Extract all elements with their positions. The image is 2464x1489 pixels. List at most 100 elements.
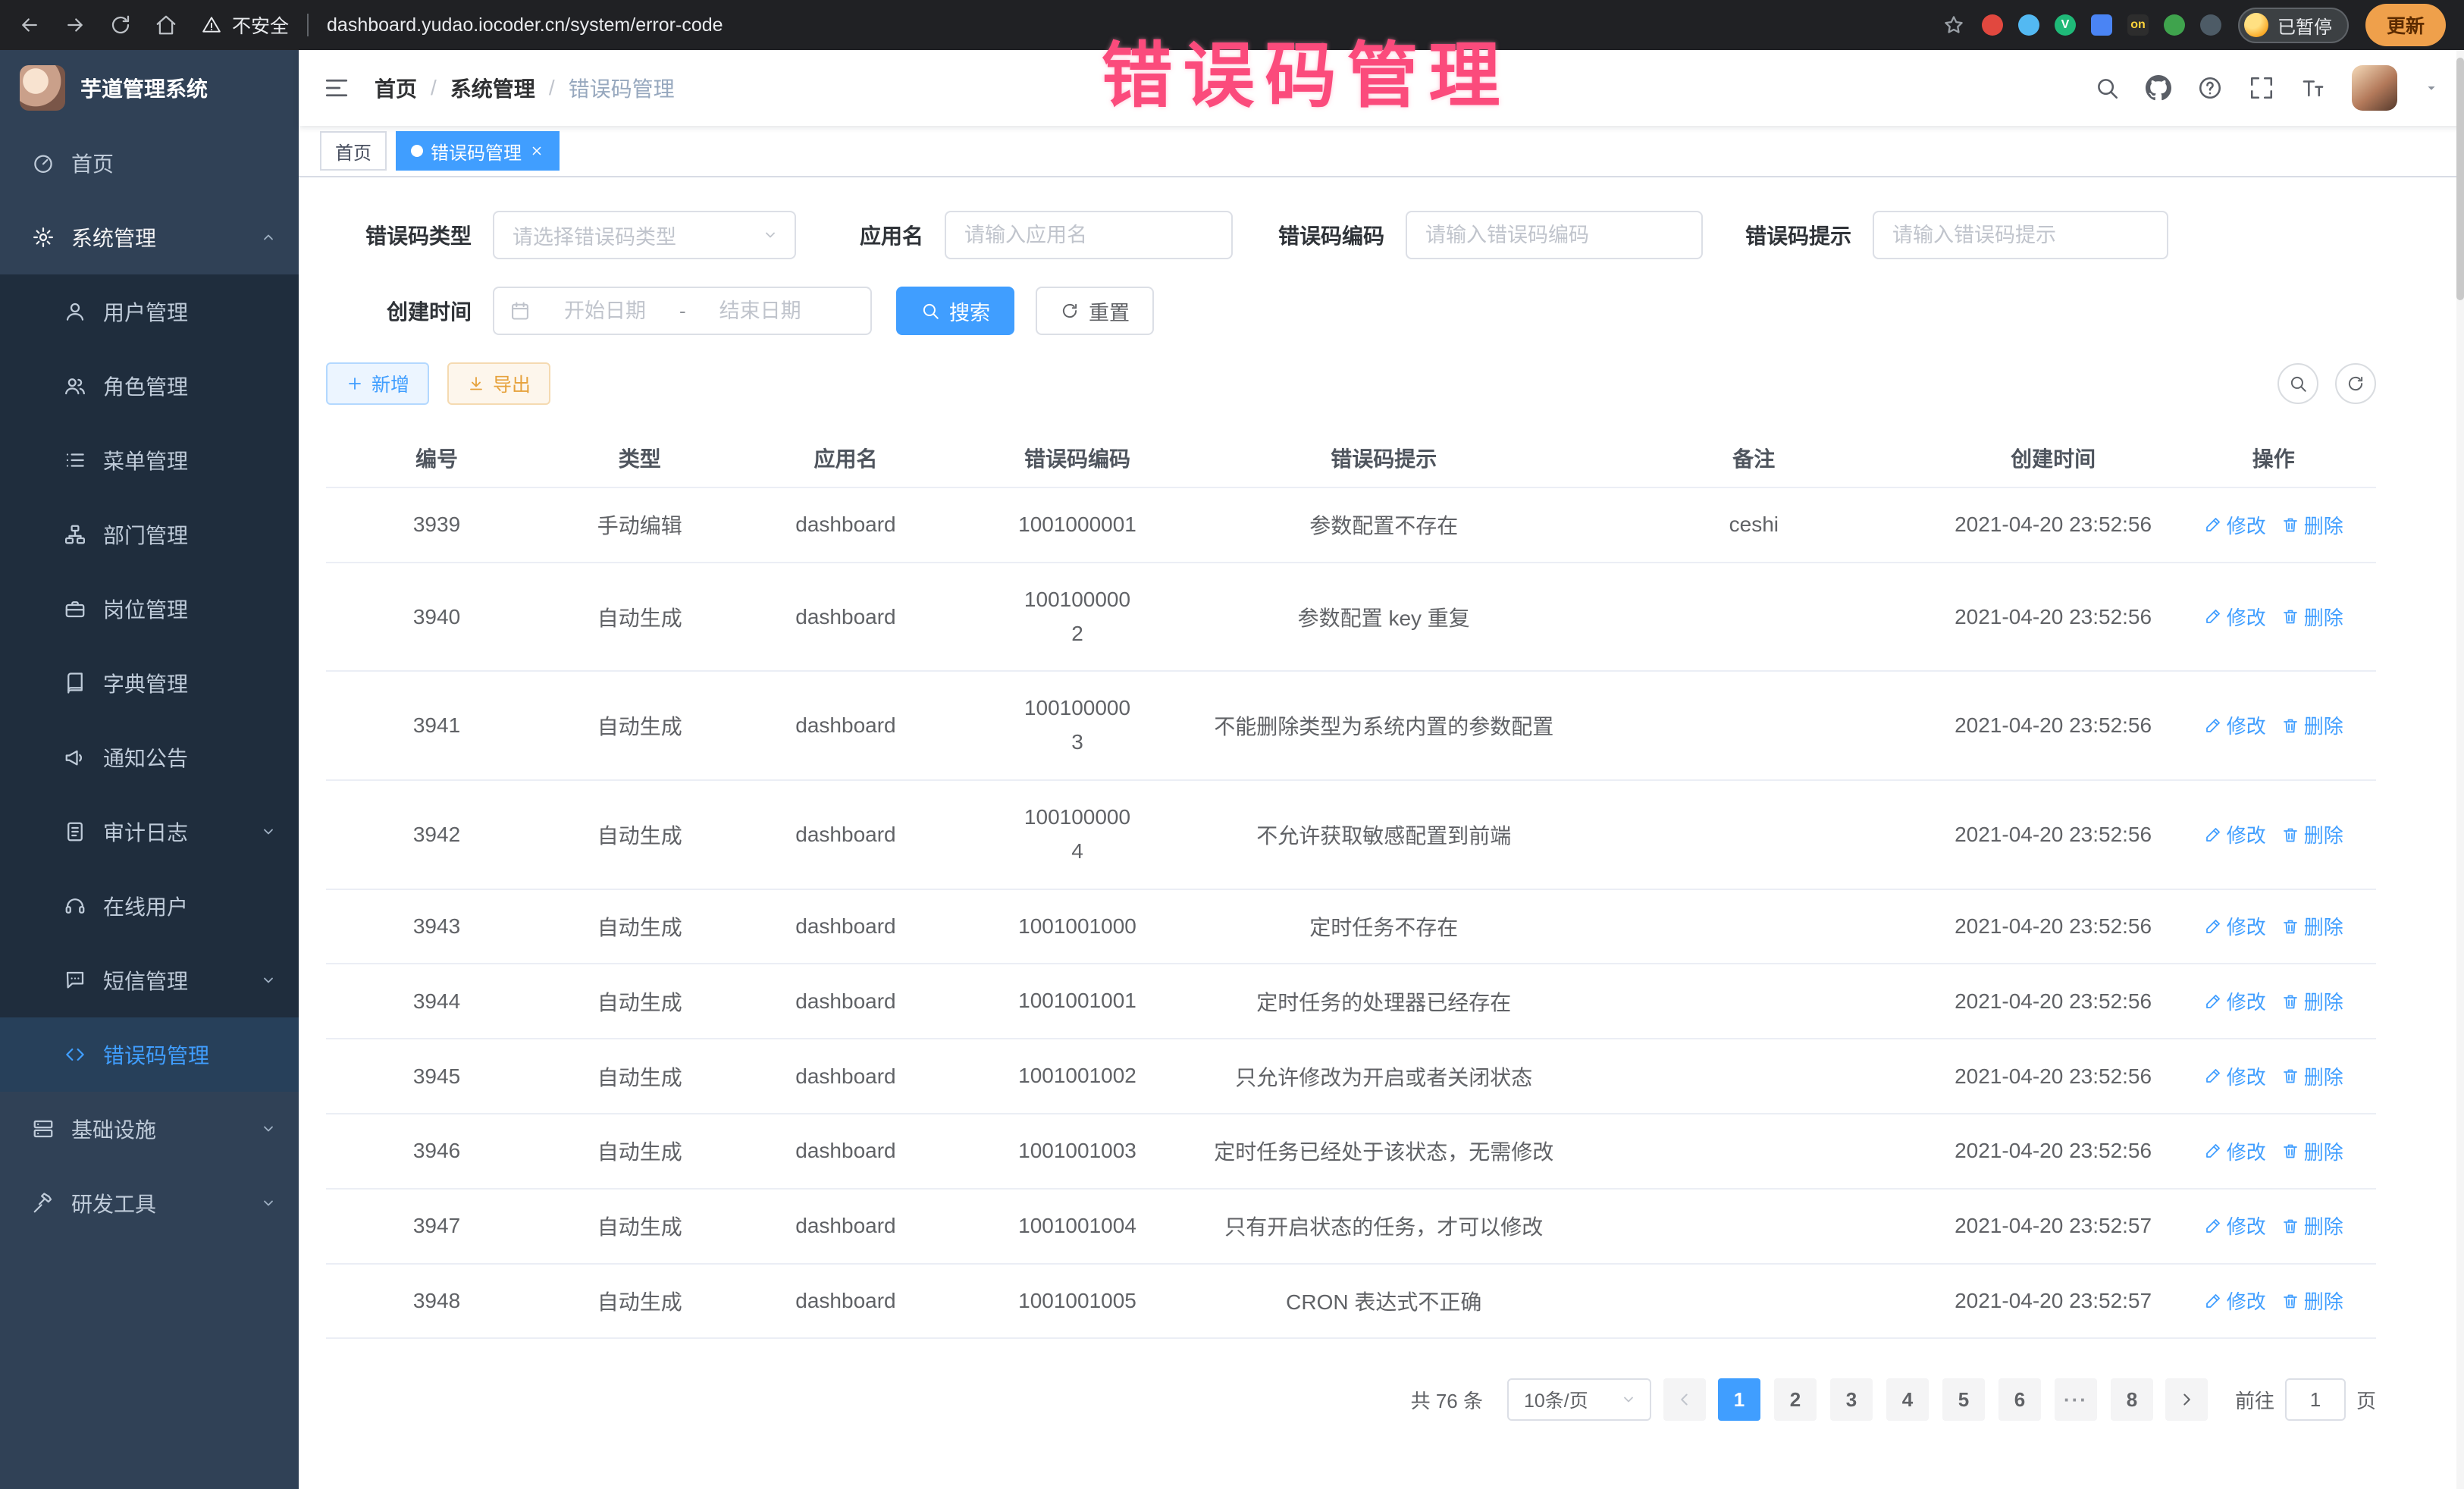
edit-link[interactable]: 修改 (2204, 912, 2266, 940)
blue-drop-extension-icon[interactable] (2018, 14, 2039, 36)
delete-link[interactable]: 删除 (2281, 1137, 2343, 1165)
sidebar-item-user[interactable]: 用户管理 (0, 274, 299, 349)
delete-link[interactable]: 删除 (2281, 820, 2343, 848)
security-label[interactable]: 不安全 (232, 11, 289, 39)
sidebar-item-sms[interactable]: 短信管理 (0, 943, 299, 1017)
edit-link[interactable]: 修改 (2204, 1062, 2266, 1090)
sidebar-item-error-code[interactable]: 错误码管理 (0, 1017, 299, 1092)
add-button[interactable]: 新增 (326, 362, 429, 405)
sidebar-toggle-icon[interactable] (323, 74, 350, 102)
red-dot-extension-icon[interactable] (1982, 14, 2003, 36)
page-scrollbar[interactable] (2456, 50, 2464, 1489)
cell-msg: 参数配置 key 重复 (1195, 563, 1572, 672)
pager-page-3[interactable]: 3 (1830, 1378, 1873, 1421)
cell-app: dashboard (732, 889, 959, 964)
url-text[interactable]: dashboard.yudao.iocoder.cn/system/error-… (327, 14, 723, 36)
export-button[interactable]: 导出 (447, 362, 550, 405)
sidebar-item-dept[interactable]: 部门管理 (0, 497, 299, 572)
tree-icon (64, 523, 86, 546)
pager-page-6[interactable]: 6 (1998, 1378, 2041, 1421)
pager-page-1[interactable]: 1 (1718, 1378, 1760, 1421)
sidebar-item-system[interactable]: 系统管理 (0, 200, 299, 274)
fullscreen-icon[interactable] (2249, 75, 2274, 101)
paused-extension-pill[interactable]: 已暂停 (2238, 8, 2349, 43)
avatar-caret-down-icon[interactable] (2423, 80, 2440, 96)
scrollbar-thumb[interactable] (2456, 58, 2464, 300)
bookmark-star-icon[interactable] (1942, 14, 1965, 36)
tab-error-code[interactable]: 错误码管理 (396, 131, 560, 171)
sidebar-item-home[interactable]: 首页 (0, 126, 299, 200)
github-icon[interactable] (2146, 75, 2171, 101)
font-size-icon[interactable] (2300, 75, 2326, 101)
app-name-input[interactable] (945, 211, 1233, 259)
edit-link[interactable]: 修改 (2204, 987, 2266, 1015)
error-msg-input[interactable] (1873, 211, 2168, 259)
refresh-table-button[interactable] (2335, 363, 2376, 404)
on-badge-extension-icon[interactable]: on (2127, 14, 2149, 36)
vue-devtools-extension-icon[interactable]: V (2055, 14, 2076, 36)
start-date-input[interactable] (540, 299, 670, 323)
header-search-icon[interactable] (2094, 75, 2120, 101)
sidebar-item-infra[interactable]: 基础设施 (0, 1092, 299, 1166)
tab-home[interactable]: 首页 (320, 131, 387, 171)
cell-actions: 修改删除 (2171, 1189, 2376, 1264)
sidebar-item-role[interactable]: 角色管理 (0, 349, 299, 423)
delete-link[interactable]: 删除 (2281, 603, 2343, 631)
user-avatar[interactable] (2352, 65, 2397, 111)
browser-update-button[interactable]: 更新 (2365, 4, 2446, 46)
edit-link[interactable]: 修改 (2204, 820, 2266, 848)
edit-link[interactable]: 修改 (2204, 1137, 2266, 1165)
delete-link[interactable]: 删除 (2281, 1287, 2343, 1315)
sidebar-menu: 首页系统管理用户管理角色管理菜单管理部门管理岗位管理字典管理通知公告审计日志在线… (0, 126, 299, 1240)
address-bar[interactable]: 不安全 dashboard.yudao.iocoder.cn/system/er… (202, 11, 1927, 39)
browser-back-icon[interactable] (18, 14, 41, 36)
dark-pin-extension-icon[interactable] (2200, 14, 2221, 36)
breadcrumb-item[interactable]: 首页 (375, 73, 417, 103)
edit-link[interactable]: 修改 (2204, 1212, 2266, 1240)
green-dot-extension-icon[interactable] (2164, 14, 2185, 36)
pager-page-4[interactable]: 4 (1886, 1378, 1929, 1421)
pager-prev-button[interactable] (1663, 1378, 1706, 1421)
sidebar-item-online-user[interactable]: 在线用户 (0, 869, 299, 943)
breadcrumb-item[interactable]: 系统管理 (450, 73, 535, 103)
delete-link[interactable]: 删除 (2281, 912, 2343, 940)
sidebar-item-menu[interactable]: 菜单管理 (0, 423, 299, 497)
date-range-picker[interactable]: - (493, 287, 872, 335)
sidebar-item-dict[interactable]: 字典管理 (0, 646, 299, 720)
pager-ellipsis[interactable]: ··· (2055, 1378, 2097, 1421)
edit-link[interactable]: 修改 (2204, 711, 2266, 739)
pager-page-8[interactable]: 8 (2111, 1378, 2153, 1421)
sidebar-item-notice[interactable]: 通知公告 (0, 720, 299, 795)
delete-link[interactable]: 删除 (2281, 1212, 2343, 1240)
blue-grid-extension-icon[interactable] (2091, 14, 2112, 36)
edit-link[interactable]: 修改 (2204, 603, 2266, 631)
delete-link[interactable]: 删除 (2281, 1062, 2343, 1090)
error-code-input[interactable] (1406, 211, 1703, 259)
end-date-input[interactable] (695, 299, 826, 323)
tab-close-icon[interactable] (529, 143, 544, 158)
error-type-select[interactable]: 请选择错误码类型 (493, 211, 796, 259)
page-size-select[interactable]: 10条/页 (1507, 1378, 1651, 1421)
browser-home-icon[interactable] (155, 14, 177, 36)
delete-link[interactable]: 删除 (2281, 511, 2343, 539)
sidebar-item-post[interactable]: 岗位管理 (0, 572, 299, 646)
pager-page-2[interactable]: 2 (1774, 1378, 1817, 1421)
app-logo[interactable]: 芋道管理系统 (0, 50, 299, 126)
sidebar-item-audit-log[interactable]: 审计日志 (0, 795, 299, 869)
chevron-left-icon (1675, 1390, 1694, 1409)
help-question-icon[interactable] (2197, 75, 2223, 101)
edit-link[interactable]: 修改 (2204, 1287, 2266, 1315)
delete-link[interactable]: 删除 (2281, 711, 2343, 739)
search-button[interactable]: 搜索 (896, 287, 1014, 335)
browser-forward-icon[interactable] (64, 14, 86, 36)
toggle-search-button[interactable] (2277, 363, 2318, 404)
pager-next-button[interactable] (2165, 1378, 2208, 1421)
edit-link[interactable]: 修改 (2204, 511, 2266, 539)
reset-button[interactable]: 重置 (1036, 287, 1154, 335)
pager-page-5[interactable]: 5 (1942, 1378, 1985, 1421)
browser-reload-icon[interactable] (109, 14, 132, 36)
sidebar-item-devtools[interactable]: 研发工具 (0, 1166, 299, 1240)
cell-remark: ceshi (1572, 487, 1936, 563)
goto-page-input[interactable] (2285, 1378, 2346, 1421)
delete-link[interactable]: 删除 (2281, 987, 2343, 1015)
